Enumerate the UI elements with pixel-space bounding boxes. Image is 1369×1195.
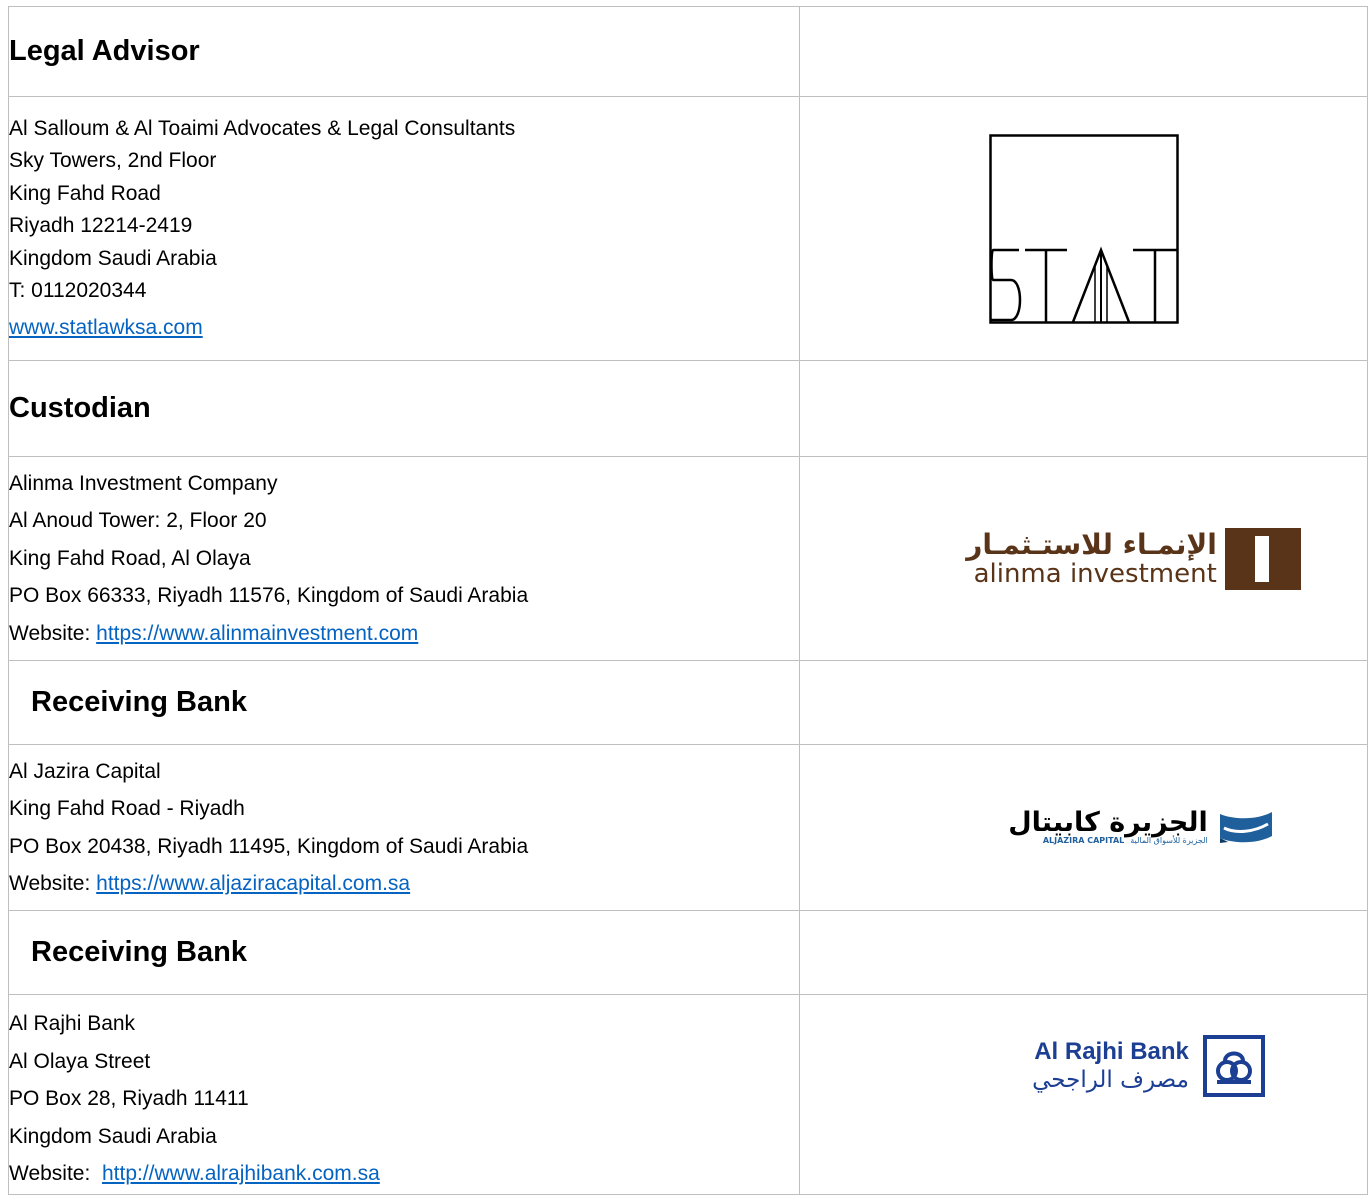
aljazira-logo-cell: الجزيرة كابيتال ALJAZIRA CAPITAL الجزيرة… [799,744,1368,911]
address-line: PO Box 28, Riyadh 11411 [9,1087,249,1110]
website-line: www.statlawksa.com [9,312,799,345]
section-heading-receiving-bank: Receiving Bank [8,660,800,745]
aljazira-logo-text: الجزيرة كابيتال ALJAZIRA CAPITAL الجزيرة… [1008,807,1208,846]
phone-line: T: 0112020344 [9,279,147,303]
address-line: King Fahd Road [9,181,161,205]
aljazira-arabic-text: الجزيرة كابيتال [1008,807,1208,839]
address-line: Kingdom Saudi Arabia [9,1124,217,1148]
alrajhi-latin-text: Al Rajhi Bank [1034,1037,1189,1065]
alrajhi-details: Al Rajhi Bank Al Olaya Street PO Box 28,… [8,994,800,1195]
stat-logo [988,133,1179,324]
legal-advisor-details: Al Salloum & Al Toaimi Advocates & Legal… [8,96,800,361]
address-line: King Fahd Road, Al Olaya [9,546,251,570]
address-line: King Fahd Road - Riyadh [9,797,245,820]
stat-logo-cell [799,96,1368,361]
custodian-details: Alinma Investment Company Al Anoud Tower… [8,456,800,661]
section-body-row: Al Salloum & Al Toaimi Advocates & Legal… [8,96,1368,361]
website-link-stat[interactable]: www.statlawksa.com [9,316,203,339]
section-body-row: Al Rajhi Bank Al Olaya Street PO Box 28,… [8,994,1368,1195]
address-line: Sky Towers, 2nd Floor [9,149,217,173]
aljazira-small-arabic-text: الجزيرة للأسواق المالية [1130,836,1208,846]
alrajhi-emblem-icon [1202,1035,1265,1097]
alinma-arabic-text: الإنمـاء للاستـثمـار [966,527,1217,561]
section-header-row: Custodian [8,360,1368,457]
empty-cell [799,360,1368,457]
section-heading-receiving-bank: Receiving Bank [8,910,800,995]
website-line: Website: https://www.aljaziracapital.com… [9,865,799,903]
alrajhi-bank-logo: Al Rajhi Bank مصرف الراجحي [1032,1035,1265,1097]
address-line: Al Rajhi Bank [9,1012,136,1035]
section-heading-custodian: Custodian [8,360,800,457]
address-line: PO Box 20438, Riyadh 11495, Kingdom of S… [9,834,529,858]
aljazira-subline: ALJAZIRA CAPITAL الجزيرة للأسواق المالية [1042,836,1208,846]
stat-logo-graphic [988,133,1179,324]
section-header-row: Legal Advisor [8,6,1368,97]
address-line: Alinma Investment Company [9,471,278,495]
address-line: Riyadh 12214-2419 [9,214,193,238]
aljazira-capital-logo: الجزيرة كابيتال ALJAZIRA CAPITAL الجزيرة… [1008,807,1274,846]
alrajhi-logo-cell: Al Rajhi Bank مصرف الراجحي [799,994,1368,1195]
aljazira-latin-text: ALJAZIRA CAPITAL [1042,836,1125,846]
address-line: Kingdom Saudi Arabia [9,246,217,270]
section-body-row: Al Jazira Capital King Fahd Road - Riyad… [8,744,1368,911]
address-line: PO Box 66333, Riyadh 11576, Kingdom of S… [9,584,529,608]
alinma-logo-text: الإنمـاء للاستـثمـار alinma investment [966,527,1217,589]
website-link-aljazira[interactable]: https://www.aljaziracapital.com.sa [96,872,410,895]
website-prefix: Website: [9,1162,102,1185]
address-line: Al Olaya Street [9,1049,151,1073]
aljazira-details: Al Jazira Capital King Fahd Road - Riyad… [8,744,800,911]
empty-cell [799,6,1368,97]
alinma-investment-logo: الإنمـاء للاستـثمـار alinma investment [966,527,1301,590]
section-body-row: Alinma Investment Company Al Anoud Tower… [8,456,1368,661]
alrajhi-logo-text: Al Rajhi Bank مصرف الراجحي [1032,1038,1189,1094]
website-line: Website: http://www.alrajhibank.com.sa [9,1155,799,1193]
section-header-row: Receiving Bank [8,910,1368,995]
empty-cell [799,910,1368,995]
advisors-table: Legal Advisor Al Salloum & Al Toaimi Adv… [8,6,1368,1195]
website-prefix: Website: [9,872,97,895]
section-header-row: Receiving Bank [8,660,1368,745]
empty-cell [799,660,1368,745]
alinma-logo-cell: الإنمـاء للاستـثمـار alinma investment [799,456,1368,661]
section-heading-legal-advisor: Legal Advisor [8,6,800,97]
website-link-alrajhi[interactable]: http://www.alrajhibank.com.sa [102,1162,380,1185]
address-line: Al Jazira Capital [9,759,161,783]
address-line: Al Salloum & Al Toaimi Advocates & Legal… [9,116,516,140]
website-link-alinma[interactable]: https://www.alinmainvestment.com [96,622,418,645]
aljazira-wave-icon [1219,812,1272,844]
alinma-latin-text: alinma investment [973,558,1217,589]
website-prefix: Website: [9,621,97,645]
alrajhi-arabic-text: مصرف الراجحي [1032,1066,1189,1093]
website-line: Website: https://www.alinmainvestment.co… [9,615,799,653]
alinma-brown-mark-icon [1224,527,1301,590]
address-line: Al Anoud Tower: 2, Floor 20 [9,509,267,533]
